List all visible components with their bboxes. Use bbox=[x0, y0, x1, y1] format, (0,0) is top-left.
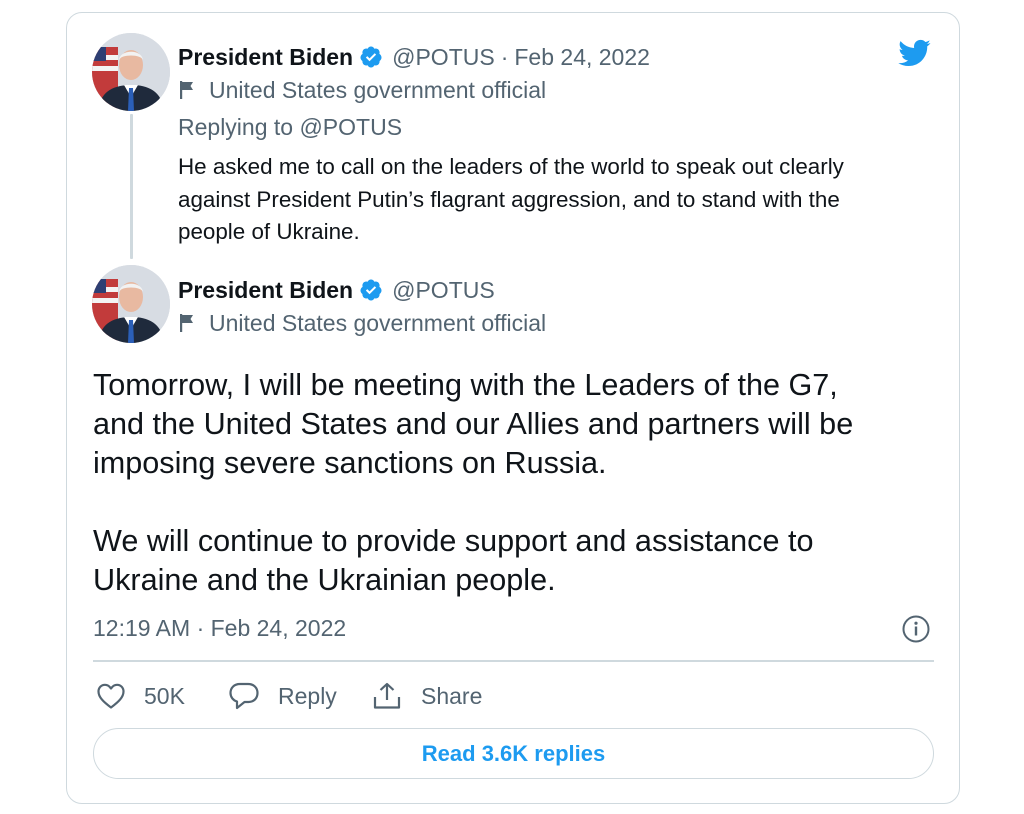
avatar[interactable] bbox=[92, 33, 170, 111]
speech-bubble-icon bbox=[229, 682, 259, 710]
reply-button[interactable]: Reply bbox=[228, 680, 337, 712]
like-button[interactable]: 50K bbox=[96, 680, 185, 712]
share-label: Share bbox=[421, 682, 483, 709]
text-line: Ukraine and the Ukrainian people. bbox=[93, 563, 556, 597]
tweet-timestamp[interactable]: 12:19 AM · Feb 24, 2022 bbox=[93, 614, 346, 642]
affiliation-label: United States government official bbox=[178, 76, 546, 104]
reply-tweet-header: President Biden @POTUS · Feb 24, 2022 bbox=[178, 43, 650, 71]
text-line: imposing severe sanctions on Russia. bbox=[93, 446, 607, 480]
author-handle[interactable]: @POTUS bbox=[392, 276, 495, 304]
text-line: against President Putin’s flagrant aggre… bbox=[178, 186, 840, 212]
affiliation-text: United States government official bbox=[209, 310, 547, 336]
text-line: Tomorrow, I will be meeting with the Lea… bbox=[93, 368, 838, 402]
affiliation-label: United States government official bbox=[178, 309, 546, 337]
text-line: He asked me to call on the leaders of th… bbox=[178, 154, 844, 179]
tweet-date[interactable]: Feb 24, 2022 bbox=[514, 43, 650, 71]
separator: · bbox=[500, 44, 509, 70]
like-count: 50K bbox=[144, 682, 185, 709]
info-icon[interactable] bbox=[901, 614, 931, 644]
text-line: and the United States and our Allies and… bbox=[93, 407, 854, 441]
main-tweet-header: President Biden @POTUS bbox=[178, 276, 495, 304]
main-tweet-text: Tomorrow, I will be meeting with the Lea… bbox=[93, 366, 933, 600]
divider bbox=[93, 660, 934, 662]
flag-icon bbox=[180, 81, 193, 99]
thread-line bbox=[130, 114, 133, 259]
verified-badge-icon bbox=[360, 279, 382, 301]
affiliation-text: United States government official bbox=[209, 77, 547, 103]
replying-to[interactable]: Replying to @POTUS bbox=[178, 113, 402, 141]
flag-icon bbox=[180, 314, 193, 332]
share-upload-icon bbox=[373, 682, 401, 709]
author-handle[interactable]: @POTUS bbox=[392, 43, 495, 71]
text-line: We will continue to provide support and … bbox=[93, 524, 814, 558]
text-line: people of Ukraine. bbox=[178, 219, 360, 244]
heart-icon bbox=[97, 683, 125, 709]
verified-badge-icon bbox=[360, 46, 382, 68]
share-button[interactable]: Share bbox=[371, 680, 482, 712]
avatar[interactable] bbox=[92, 265, 170, 343]
reply-tweet-text: He asked me to call on the leaders of th… bbox=[178, 151, 918, 249]
author-name[interactable]: President Biden bbox=[178, 43, 353, 71]
twitter-bird-icon[interactable] bbox=[894, 36, 934, 70]
author-name[interactable]: President Biden bbox=[178, 276, 353, 304]
reply-label: Reply bbox=[278, 682, 337, 709]
read-replies-button[interactable]: Read 3.6K replies bbox=[93, 728, 934, 779]
